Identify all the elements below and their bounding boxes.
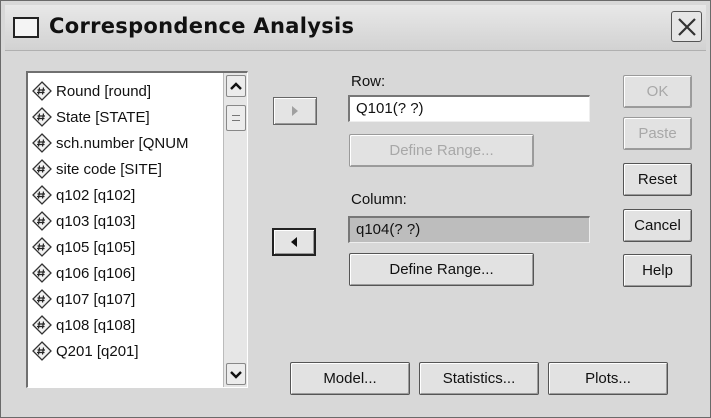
correspondence-analysis-dialog: Correspondence Analysis Round [round] Sta… <box>0 0 711 418</box>
source-variable-list[interactable]: Round [round] State [STATE] sch.number [QN… <box>26 71 248 388</box>
list-item-label: q105 [q105] <box>56 238 136 256</box>
scroll-down-button[interactable] <box>226 363 246 385</box>
list-item[interactable]: Round [round] <box>28 78 224 104</box>
scale-variable-icon <box>32 133 52 153</box>
column-define-range-button[interactable]: Define Range... <box>349 253 534 286</box>
chevron-up-icon <box>230 82 242 90</box>
row-define-range-button[interactable]: Define Range... <box>349 134 534 167</box>
row-variable-field[interactable]: Q101(? ?) <box>348 95 590 122</box>
list-item-label: q107 [q107] <box>56 290 136 308</box>
scale-variable-icon <box>32 315 52 335</box>
window-title: Correspondence Analysis <box>49 14 355 38</box>
list-item[interactable]: q106 [q106] <box>28 260 224 286</box>
plots-button[interactable]: Plots... <box>548 362 668 395</box>
list-item[interactable]: q105 [q105] <box>28 234 224 260</box>
vertical-scrollbar[interactable] <box>223 73 247 387</box>
scale-variable-icon <box>32 107 52 127</box>
list-item[interactable]: q108 [q108] <box>28 312 224 338</box>
list-item-label: State [STATE] <box>56 108 150 126</box>
column-label: Column: <box>351 191 407 208</box>
title-bar: Correspondence Analysis <box>5 5 706 51</box>
chevron-down-icon <box>230 371 242 379</box>
row-label: Row: <box>351 73 386 90</box>
list-item[interactable]: q107 [q107] <box>28 286 224 312</box>
ok-button[interactable]: OK <box>623 75 692 108</box>
reset-button[interactable]: Reset <box>623 163 692 196</box>
list-item[interactable]: q103 [q103] <box>28 208 224 234</box>
list-item-label: Round [round] <box>56 82 152 100</box>
scroll-up-button[interactable] <box>226 75 246 97</box>
scale-variable-icon <box>32 237 52 257</box>
variable-items: Round [round] State [STATE] sch.number [QN… <box>28 78 224 364</box>
list-item[interactable]: q102 [q102] <box>28 182 224 208</box>
list-item-label: q103 [q103] <box>56 212 136 230</box>
scale-variable-icon <box>32 341 52 361</box>
list-item-label: q108 [q108] <box>56 316 136 334</box>
help-button[interactable]: Help <box>623 254 692 287</box>
scale-variable-icon <box>32 81 52 101</box>
window-icon <box>13 17 39 38</box>
cancel-button[interactable]: Cancel <box>623 209 692 242</box>
list-item[interactable]: sch.number [QNUM <box>28 130 224 156</box>
list-item-label: site code [SITE] <box>56 160 162 178</box>
paste-button[interactable]: Paste <box>623 117 692 150</box>
move-to-column-button[interactable] <box>272 228 316 256</box>
scale-variable-icon <box>32 185 52 205</box>
scale-variable-icon <box>32 263 52 283</box>
list-item-label: sch.number [QNUM <box>56 134 189 152</box>
list-item-label: q102 [q102] <box>56 186 136 204</box>
move-to-row-button[interactable] <box>273 97 317 125</box>
list-item[interactable]: site code [SITE] <box>28 156 224 182</box>
list-item[interactable]: Q201 [q201] <box>28 338 224 364</box>
model-button[interactable]: Model... <box>290 362 410 395</box>
list-item-label: q106 [q106] <box>56 264 136 282</box>
list-item-label: Q201 [q201] <box>56 342 139 360</box>
arrow-left-icon <box>291 237 297 247</box>
scale-variable-icon <box>32 159 52 179</box>
close-button[interactable] <box>671 11 702 42</box>
column-variable-field[interactable]: q104(? ?) <box>348 216 590 243</box>
scale-variable-icon <box>32 289 52 309</box>
scroll-thumb[interactable] <box>226 105 246 131</box>
statistics-button[interactable]: Statistics... <box>419 362 539 395</box>
close-icon <box>678 18 696 36</box>
scale-variable-icon <box>32 211 52 231</box>
list-item[interactable]: State [STATE] <box>28 104 224 130</box>
arrow-right-icon <box>292 106 298 116</box>
